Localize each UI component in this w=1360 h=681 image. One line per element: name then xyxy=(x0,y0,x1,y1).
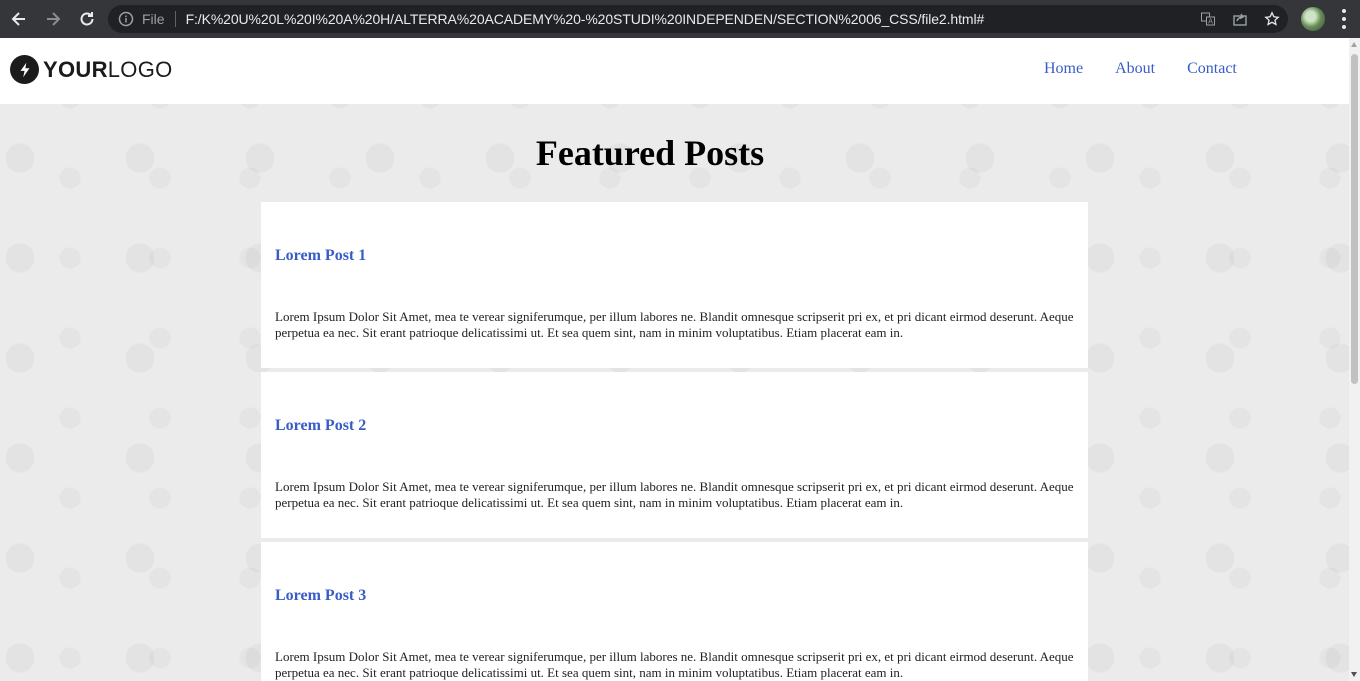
info-icon[interactable] xyxy=(118,11,134,27)
logo-text-bold: YOUR xyxy=(43,56,108,82)
post-body: Lorem Ipsum Dolor Sit Amet, mea te verea… xyxy=(275,649,1074,680)
logo-wordmark: YOURLOGO xyxy=(43,57,173,83)
vertical-scrollbar[interactable] xyxy=(1349,38,1360,681)
scroll-up-arrow-icon[interactable] xyxy=(1351,42,1357,47)
page-title: Featured Posts xyxy=(535,133,765,173)
browser-toolbar: File F:/K%20U%20L%20I%20A%20H/ALTERRA%20… xyxy=(0,0,1360,38)
translate-icon[interactable]: A xyxy=(1198,9,1218,29)
menu-kebab-icon[interactable] xyxy=(1336,9,1352,29)
url-text[interactable]: F:/K%20U%20L%20I%20A%20H/ALTERRA%20ACADE… xyxy=(186,11,985,27)
reload-button[interactable] xyxy=(72,4,102,34)
bookmark-star-icon[interactable] xyxy=(1262,9,1282,29)
nav-link-contact[interactable]: Contact xyxy=(1187,60,1237,78)
arrow-right-icon xyxy=(47,12,61,26)
post-body: Lorem Ipsum Dolor Sit Amet, mea te verea… xyxy=(275,479,1074,510)
lightning-bolt-icon xyxy=(10,55,39,84)
post-title[interactable]: Lorem Post 3 xyxy=(275,587,366,605)
profile-avatar[interactable] xyxy=(1301,7,1325,31)
forward-button[interactable] xyxy=(38,4,68,34)
file-scheme-label: File xyxy=(142,11,165,27)
post-title[interactable]: Lorem Post 2 xyxy=(275,417,366,435)
share-icon[interactable] xyxy=(1230,9,1250,29)
post-card: Lorem Post 1 Lorem Ipsum Dolor Sit Amet,… xyxy=(261,202,1088,368)
address-bar[interactable]: File F:/K%20U%20L%20I%20A%20H/ALTERRA%20… xyxy=(108,5,1288,33)
reload-icon xyxy=(80,12,94,26)
main-nav: Home About Contact xyxy=(1044,60,1269,78)
omnibox-divider xyxy=(174,11,176,27)
page-viewport: YOURLOGO Home About Contact Featured Pos… xyxy=(0,38,1349,681)
post-card: Lorem Post 2 Lorem Ipsum Dolor Sit Amet,… xyxy=(261,372,1088,538)
nav-link-about[interactable]: About xyxy=(1115,60,1155,78)
svg-text:A: A xyxy=(1208,18,1213,26)
site-header: YOURLOGO Home About Contact xyxy=(0,38,1349,104)
logo-text-regular: LOGO xyxy=(107,56,173,82)
post-card: Lorem Post 3 Lorem Ipsum Dolor Sit Amet,… xyxy=(261,542,1088,681)
scrollbar-thumb[interactable] xyxy=(1351,54,1358,384)
nav-link-home[interactable]: Home xyxy=(1044,60,1083,78)
site-logo[interactable]: YOURLOGO xyxy=(10,55,173,84)
scroll-down-arrow-icon[interactable] xyxy=(1351,672,1357,677)
arrow-left-icon xyxy=(11,12,25,26)
post-title[interactable]: Lorem Post 1 xyxy=(275,247,366,265)
back-button[interactable] xyxy=(4,4,34,34)
post-body: Lorem Ipsum Dolor Sit Amet, mea te verea… xyxy=(275,309,1074,340)
